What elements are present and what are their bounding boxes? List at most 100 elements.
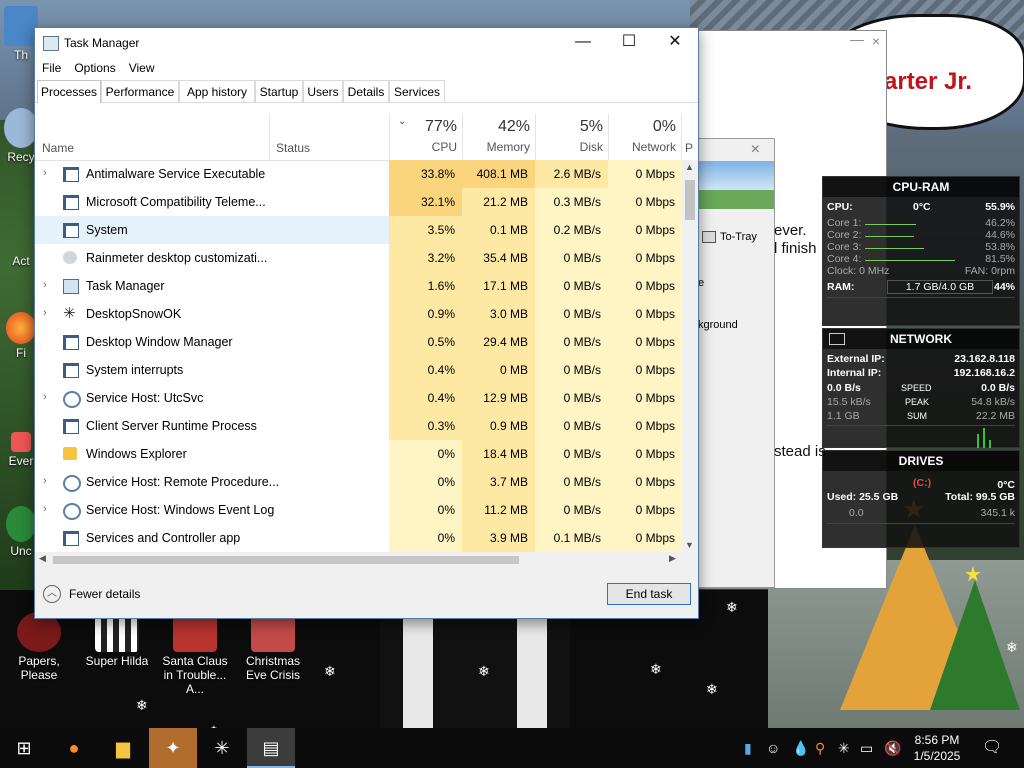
menu-view[interactable]: View [129,58,155,78]
to-tray-label[interactable]: To-Tray [720,231,757,243]
vertical-scrollbar[interactable]: ▲ ▼ [682,160,698,552]
table-row[interactable]: › ✳ DesktopSnowOK 0.9% 3.0 MB 0 MB/s 0 Mbps [35,300,682,328]
column-disk[interactable]: 5% Disk [535,114,609,160]
column-status[interactable]: Status [269,114,390,160]
snowflake-icon: ❄ [650,661,662,677]
window-icon [63,363,79,378]
tray-network-icon[interactable]: ▭ [860,728,873,768]
scroll-up-icon[interactable]: ▲ [685,162,694,172]
table-row[interactable]: › Service Host: Remote Procedure... 0% 3.7 … [35,468,682,496]
cell-disk: 0 MB/s [535,356,608,384]
expand-chevron-icon[interactable]: › [43,307,47,319]
peak-label: PEAK [905,397,930,407]
background-window-minimize-icon[interactable]: — [850,31,864,47]
chevron-up-icon[interactable]: ︿ [43,585,61,603]
table-row[interactable]: Rainmeter desktop customizati... 3.2% 35.4… [35,244,682,272]
scroll-left-icon[interactable]: ◀ [39,553,46,564]
expand-chevron-icon[interactable]: › [43,279,47,291]
expand-chevron-icon[interactable]: › [43,391,47,403]
fewer-details-link[interactable]: Fewer details [69,587,140,601]
taskbar-file-explorer[interactable]: ▆ [99,728,147,768]
tray-snowflake-icon[interactable]: ✳ [838,728,850,768]
desktop-icon-santa-claus[interactable]: Santa Claus in Trouble... A... [156,612,234,696]
horizontal-scroll-thumb[interactable] [53,556,519,564]
column-network[interactable]: 0% Network [608,114,682,160]
tab-performance[interactable]: Performance [101,80,179,102]
background-text-1: ever. [774,222,807,239]
cell-mem: 12.9 MB [462,384,535,412]
tray-user-icon[interactable]: ☺ [766,728,780,768]
scroll-down-icon[interactable]: ▼ [685,540,694,550]
desktop-icon-papers-please[interactable]: Papers, Please [0,612,78,682]
table-row[interactable]: System interrupts 0.4% 0 MB 0 MB/s 0 Mbps [35,356,682,384]
column-cpu[interactable]: ⌄ 77% CPU [389,114,463,160]
background-dialog-close-icon[interactable]: × [751,141,760,159]
taskbar-firefox[interactable]: ● [50,728,98,768]
vertical-scroll-thumb[interactable] [685,180,695,220]
scroll-right-icon[interactable]: ▶ [669,553,676,564]
horizontal-scrollbar[interactable]: ◀ ▶ [35,552,698,568]
end-task-button[interactable]: End task [607,583,691,605]
task-manager-window[interactable]: Task Manager — ☐ ✕ File Options View Proce… [34,27,699,619]
table-row[interactable]: Services and Controller app 0% 3.9 MB 0.1 M… [35,524,682,552]
tab-processes[interactable]: Processes [37,80,101,103]
tab-services[interactable]: Services [389,80,445,102]
desktop-icon-christmas-eve-crisis[interactable]: Christmas Eve Crisis [234,612,312,682]
tray-drop-icon[interactable]: 💧 [792,728,809,768]
cell-cpu: 3.2% [389,244,462,272]
cell-mem: 3.7 MB [462,468,535,496]
column-power[interactable]: P [681,114,693,160]
tab-app-history[interactable]: App history [179,80,255,102]
cell-cpu: 1.6% [389,272,462,300]
tray-volume-muted-icon[interactable]: 🔇 [884,728,901,768]
table-row[interactable]: System 3.5% 0.1 MB 0.2 MB/s 0 Mbps [35,216,682,244]
tab-details[interactable]: Details [343,80,389,102]
taskbar-clock[interactable]: 8:56 PM 1/5/2025 [908,732,966,764]
column-memory[interactable]: 42% Memory [462,114,536,160]
menu-options[interactable]: Options [74,58,115,78]
expand-chevron-icon[interactable]: › [43,167,47,179]
process-name: Services and Controller app [86,531,241,545]
tab-bar: Processes Performance App history Startu… [35,80,698,103]
cell-disk: 2.6 MB/s [535,160,608,188]
cell-disk: 0 MB/s [535,440,608,468]
table-row[interactable]: › Service Host: UtcSvc 0.4% 12.9 MB 0 MB/s 0 … [35,384,682,412]
background-dialog[interactable]: × To-Tray e kground [697,138,775,588]
minimize-button[interactable]: — [560,28,606,58]
tray-rainmeter-icon[interactable]: ▮ [744,728,752,768]
taskbar-desktopsnowok[interactable]: ✳ [198,728,246,768]
table-row[interactable]: › Service Host: Windows Event Log 0% 11.2 M… [35,496,682,524]
cell-net: 0 Mbps [608,412,682,440]
column-name[interactable]: Name [35,114,269,160]
notifications-icon[interactable]: 🗨 [982,728,1002,768]
cell-cpu: 33.8% [389,160,462,188]
table-row[interactable]: Desktop Window Manager 0.5% 29.4 MB 0 MB/s 0… [35,328,682,356]
table-row[interactable]: Microsoft Compatibility Teleme... 32.1% 21… [35,188,682,216]
window-icon [63,223,79,238]
taskbar-task-manager[interactable]: ▤ [247,728,295,768]
cell-mem: 0 MB [462,356,535,384]
cell-cpu: 0% [389,524,462,552]
menu-file[interactable]: File [42,58,61,78]
title-bar[interactable]: Task Manager — ☐ ✕ [35,28,698,58]
taskbar-app[interactable]: ✦ [149,728,197,768]
maximize-button[interactable]: ☐ [606,28,652,58]
tab-users[interactable]: Users [303,80,343,102]
table-row[interactable]: › Task Manager 1.6% 17.1 MB 0 MB/s 0 Mbps [35,272,682,300]
task-manager-icon: ▤ [262,738,280,758]
desktop-icon-super-hilda[interactable]: Super Hilda [78,612,156,668]
folder-icon [63,447,77,460]
start-button[interactable]: ⊞ [0,728,48,768]
speed-label: SPEED [901,383,932,393]
tray-search-icon[interactable]: ⚲ [815,728,825,768]
table-row[interactable]: › Antimalware Service Executable 33.8% 408.… [35,160,682,188]
background-window-close-icon[interactable]: × [872,33,880,49]
drop-icon [63,251,77,264]
cell-mem: 0.9 MB [462,412,535,440]
expand-chevron-icon[interactable]: › [43,475,47,487]
table-row[interactable]: Windows Explorer 0% 18.4 MB 0 MB/s 0 Mbps [35,440,682,468]
close-button[interactable]: ✕ [652,28,698,58]
tab-startup[interactable]: Startup [255,80,303,102]
expand-chevron-icon[interactable]: › [43,503,47,515]
table-row[interactable]: Client Server Runtime Process 0.3% 0.9 MB 0… [35,412,682,440]
